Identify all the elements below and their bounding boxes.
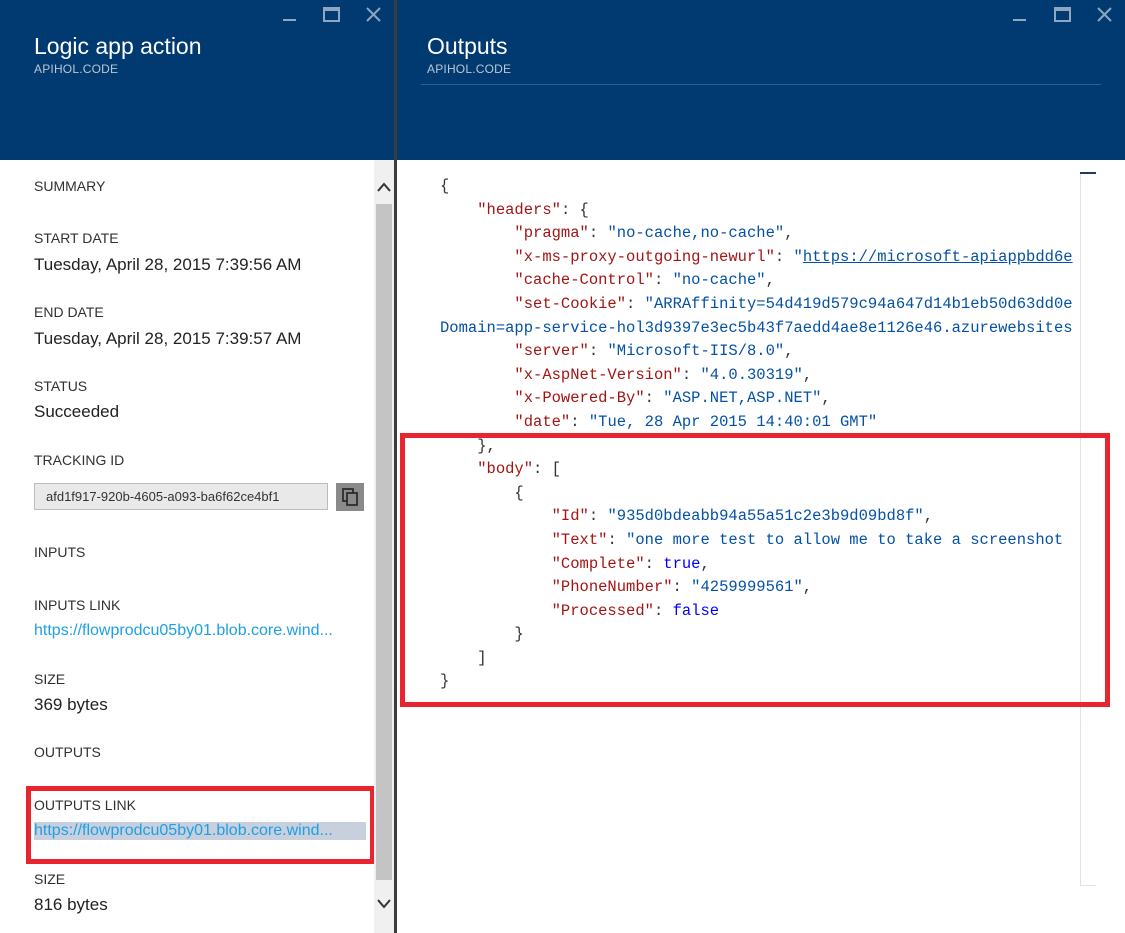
end-date-label: END DATE xyxy=(34,304,104,320)
json-line: } xyxy=(440,672,450,691)
json-line: ] xyxy=(440,648,487,667)
json-line: "x-ms-proxy-outgoing-newurl": "https://m… xyxy=(514,247,1073,266)
json-clip: { "headers": { "pragma": "no-cache,no-ca… xyxy=(440,175,1095,875)
json-line: Domain=app-service-hol3d9397e3ec5b43f7ae… xyxy=(440,318,1073,337)
json-line: } xyxy=(440,625,524,644)
minimize-icon[interactable] xyxy=(1009,4,1031,26)
outputs-blade: Outputs APIHOL.CODE { "headers": { "prag… xyxy=(397,0,1125,933)
blade-header: Logic app action APIHOL.CODE xyxy=(0,0,394,160)
close-icon[interactable] xyxy=(363,4,385,26)
start-date-value: Tuesday, April 28, 2015 7:39:56 AM xyxy=(34,255,302,274)
scroll-down-icon[interactable] xyxy=(377,896,391,910)
scroll-up-icon[interactable] xyxy=(377,180,391,194)
json-line: "Complete": true, xyxy=(551,554,710,573)
json-output-viewer[interactable]: { "headers": { "pragma": "no-cache,no-ca… xyxy=(397,160,1125,933)
json-line: "PhoneNumber": "4259999561", xyxy=(551,578,813,597)
json-line: "set-Cookie": "ARRAffinity=54d419d579c94… xyxy=(514,294,1073,313)
blade-subtitle: APIHOL.CODE xyxy=(427,62,512,76)
json-line: "date": "Tue, 28 Apr 2015 14:40:01 GMT" xyxy=(514,412,878,431)
outputs-heading: OUTPUTS xyxy=(34,744,101,760)
blade-header: Outputs APIHOL.CODE xyxy=(397,0,1125,160)
json-line: { xyxy=(440,177,450,195)
tracking-id-label: TRACKING ID xyxy=(34,452,125,468)
tracking-id-field[interactable]: afd1f917-920b-4605-a093-ba6f62ce4bf1 xyxy=(34,483,328,510)
outputs-size-label: SIZE xyxy=(34,871,66,887)
copy-button[interactable] xyxy=(336,483,364,511)
status-label: STATUS xyxy=(34,378,88,394)
blade-title: Outputs xyxy=(427,33,508,59)
code-scroll-marker xyxy=(1080,172,1096,174)
logic-app-action-blade: Logic app action APIHOL.CODE SUMMARY STA… xyxy=(0,0,394,933)
vertical-scrollbar[interactable] xyxy=(374,160,394,933)
inputs-size-value: 369 bytes xyxy=(34,695,108,714)
scroll-thumb[interactable] xyxy=(376,204,392,880)
start-date-label: START DATE xyxy=(34,230,119,246)
outputs-link-label: OUTPUTS LINK xyxy=(34,797,136,813)
json-line: "server": "Microsoft-IIS/8.0", xyxy=(514,342,794,361)
close-icon[interactable] xyxy=(1094,4,1116,26)
json-line: }, xyxy=(440,436,496,455)
blade-title: Logic app action xyxy=(34,33,202,59)
minimize-icon[interactable] xyxy=(279,4,301,26)
json-line: "body": [ xyxy=(477,460,561,479)
inputs-link[interactable]: https://flowprodcu05by01.blob.core.wind.… xyxy=(34,622,366,640)
summary-heading: SUMMARY xyxy=(34,178,106,194)
json-code: { "headers": { "pragma": "no-cache,no-ca… xyxy=(440,175,1073,694)
json-line: { xyxy=(440,483,524,502)
json-line: "Processed": false xyxy=(551,601,720,620)
outputs-link[interactable]: https://flowprodcu05by01.blob.core.wind.… xyxy=(34,822,366,840)
inputs-heading: INPUTS xyxy=(34,544,86,560)
json-line: "headers": { xyxy=(477,200,589,219)
maximize-icon[interactable] xyxy=(321,4,343,26)
status-value: Succeeded xyxy=(34,402,120,421)
json-line: "x-AspNet-Version": "4.0.30319", xyxy=(514,365,813,384)
title-divider xyxy=(421,84,1101,85)
blade-subtitle: APIHOL.CODE xyxy=(34,62,119,76)
inputs-size-label: SIZE xyxy=(34,671,66,687)
json-line: "Id": "935d0bdeabb94a55a51c2e3b9d09bd8f"… xyxy=(551,507,934,526)
inputs-link-label: INPUTS LINK xyxy=(34,597,121,613)
outputs-size-value: 816 bytes xyxy=(34,895,108,914)
json-line: "x-Powered-By": "ASP.NET,ASP.NET", xyxy=(514,389,831,408)
end-date-value: Tuesday, April 28, 2015 7:39:57 AM xyxy=(34,329,302,348)
json-line: "Text": "one more test to allow me to ta… xyxy=(551,530,1064,549)
json-line: "pragma": "no-cache,no-cache", xyxy=(514,224,794,243)
copy-icon xyxy=(342,488,358,506)
maximize-icon[interactable] xyxy=(1052,4,1074,26)
json-line: "cache-Control": "no-cache", xyxy=(514,271,775,290)
